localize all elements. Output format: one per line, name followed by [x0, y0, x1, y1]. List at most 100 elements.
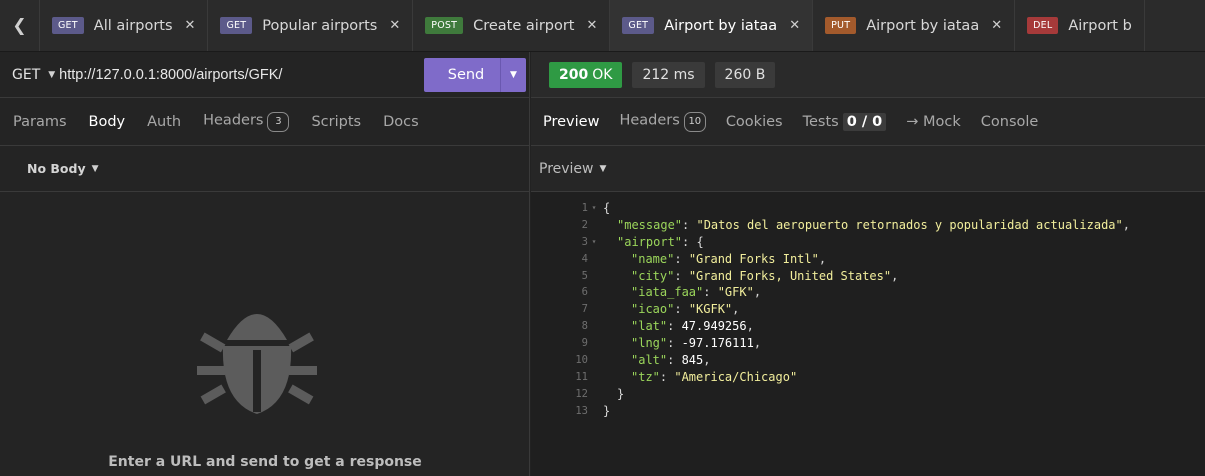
- line-number: 13: [575, 404, 588, 417]
- code-token: "tz": [631, 369, 660, 384]
- code-text: "city": "Grand Forks, United States",: [600, 268, 898, 285]
- tab-scripts[interactable]: Scripts: [311, 114, 361, 130]
- code-token: }: [603, 403, 611, 418]
- method-badge: GET: [52, 17, 84, 34]
- code-token: :: [674, 251, 689, 266]
- preview-mode-label: Preview: [539, 160, 594, 177]
- fold-toggle-icon: [588, 251, 600, 268]
- body-type-select[interactable]: No Body ▼: [0, 146, 529, 192]
- headers-count-badge: 3: [267, 111, 290, 132]
- code-line: 1 ▾{: [531, 200, 1205, 217]
- close-icon[interactable]: ✕: [185, 18, 196, 33]
- line-number: 1: [581, 202, 588, 214]
- status-code: 200: [559, 66, 589, 83]
- code-token: :: [667, 353, 682, 368]
- line-number: 5: [581, 269, 588, 282]
- request-tab[interactable]: DEL Airport b: [1015, 0, 1145, 51]
- close-icon[interactable]: ✕: [991, 18, 1002, 33]
- code-line: 7 "icao": "KGFK",: [531, 301, 1205, 318]
- request-tab[interactable]: POST Create airport ✕: [413, 0, 611, 51]
- code-token: ,: [891, 268, 899, 283]
- tab-auth[interactable]: Auth: [147, 114, 181, 130]
- code-token: "airport": [617, 234, 683, 249]
- status-badge: 200 OK: [549, 61, 623, 88]
- tab-label: Scripts: [311, 113, 362, 130]
- fold-toggle-icon: [588, 386, 600, 403]
- close-icon[interactable]: ✕: [587, 18, 598, 33]
- response-json-viewer: 1 ▾{2 "message": "Datos del aeropuerto ret…: [531, 200, 1205, 420]
- code-token: "lng": [631, 336, 668, 351]
- tab-params[interactable]: Params: [13, 114, 67, 130]
- code-token: ,: [753, 285, 762, 300]
- preview-mode-select[interactable]: Preview ▼: [531, 146, 1205, 192]
- code-token: :: [703, 285, 718, 300]
- tab-headers[interactable]: Headers 3: [203, 111, 290, 132]
- tab-label: Body: [88, 113, 126, 130]
- request-tab[interactable]: PUT Airport by iataa ✕: [813, 0, 1016, 51]
- request-tab[interactable]: GET All airports ✕: [40, 0, 209, 51]
- request-tab-label: Popular airports: [262, 17, 378, 34]
- code-text: }: [600, 403, 610, 420]
- caret-down-icon: ▼: [48, 69, 56, 80]
- request-tab[interactable]: GET Popular airports ✕: [208, 0, 414, 51]
- code-token: "alt": [631, 353, 668, 368]
- close-icon[interactable]: ✕: [389, 18, 400, 33]
- tab-tests[interactable]: Tests 0 / 0: [802, 112, 887, 131]
- tab-cookies[interactable]: Cookies: [726, 114, 783, 130]
- code-line: 11 "tz": "America/Chicago": [531, 369, 1205, 386]
- request-pane: GET ▼ http://127.0.0.1:8000/airports/GFK…: [0, 52, 530, 476]
- request-tab-label: Airport by iataa: [664, 17, 778, 34]
- chevron-left-icon[interactable]: ❮: [0, 0, 40, 51]
- send-button[interactable]: Send ▼: [424, 57, 526, 92]
- request-tabs: GET All airports ✕ GET Popular airports ✕ POST…: [40, 0, 1145, 51]
- method-select[interactable]: GET ▼: [0, 67, 55, 83]
- code-line: 12}: [531, 386, 1205, 403]
- code-token: :: [667, 336, 682, 351]
- code-token: "lat": [631, 319, 668, 334]
- tab-mock[interactable]: → Mock: [906, 114, 961, 130]
- fold-toggle-icon[interactable]: ▾: [588, 234, 600, 251]
- tab-label: Docs: [383, 113, 419, 130]
- method-badge: DEL: [1027, 17, 1059, 34]
- code-token: ,: [753, 336, 762, 351]
- code-token: "icao": [631, 302, 675, 317]
- close-icon[interactable]: ✕: [789, 18, 800, 33]
- line-number: 7: [581, 303, 588, 316]
- code-text: "icao": "KGFK",: [600, 301, 739, 318]
- send-options-caret-icon[interactable]: ▼: [500, 57, 526, 92]
- code-line: 5 "city": "Grand Forks, United States",: [531, 268, 1205, 285]
- code-token: {: [603, 201, 611, 215]
- caret-down-icon: ▼: [91, 163, 99, 174]
- code-text: "message": "Datos del aeropuerto retorna…: [600, 217, 1130, 234]
- code-line: 4 "name": "Grand Forks Intl",: [531, 251, 1205, 268]
- response-time-badge: 212 ms: [632, 61, 705, 88]
- method-label: GET: [12, 66, 41, 83]
- tests-count-badge: 0 / 0: [842, 112, 887, 131]
- tab-preview[interactable]: Preview: [543, 114, 599, 130]
- code-token: "GFK": [717, 285, 754, 300]
- tab-body[interactable]: Body: [89, 114, 126, 130]
- tab-tests-label: Tests: [802, 113, 839, 130]
- tab-console[interactable]: Console: [981, 114, 1039, 130]
- tab-label: Params: [13, 113, 67, 130]
- fold-toggle-icon[interactable]: ▾: [588, 200, 600, 217]
- code-token: ,: [1122, 217, 1130, 232]
- request-tab[interactable]: GET Airport by iataa ✕: [610, 0, 814, 51]
- fold-toggle-icon: [588, 403, 600, 420]
- code-line: 13}: [531, 403, 1205, 420]
- tab-docs[interactable]: Docs: [383, 114, 419, 130]
- code-token: }: [617, 386, 625, 401]
- method-badge: POST: [425, 17, 464, 34]
- method-badge: GET: [220, 17, 253, 34]
- line-number: 10: [575, 354, 588, 367]
- url-input[interactable]: http://127.0.0.1:8000/airports/GFK/: [59, 67, 424, 83]
- request-tab-label: Airport b: [1068, 17, 1132, 34]
- code-token: :: [659, 369, 675, 384]
- fold-toggle-icon: [588, 217, 600, 234]
- fold-toggle-icon: [588, 335, 600, 352]
- code-line: 9 "lng": -97.176111,: [531, 335, 1205, 352]
- response-status-row: 200 OK 212 ms 260 B: [531, 52, 1205, 98]
- code-token: "name": [631, 251, 675, 266]
- tab-headers[interactable]: Headers 10: [619, 111, 706, 132]
- headers-count-badge: 10: [683, 111, 706, 132]
